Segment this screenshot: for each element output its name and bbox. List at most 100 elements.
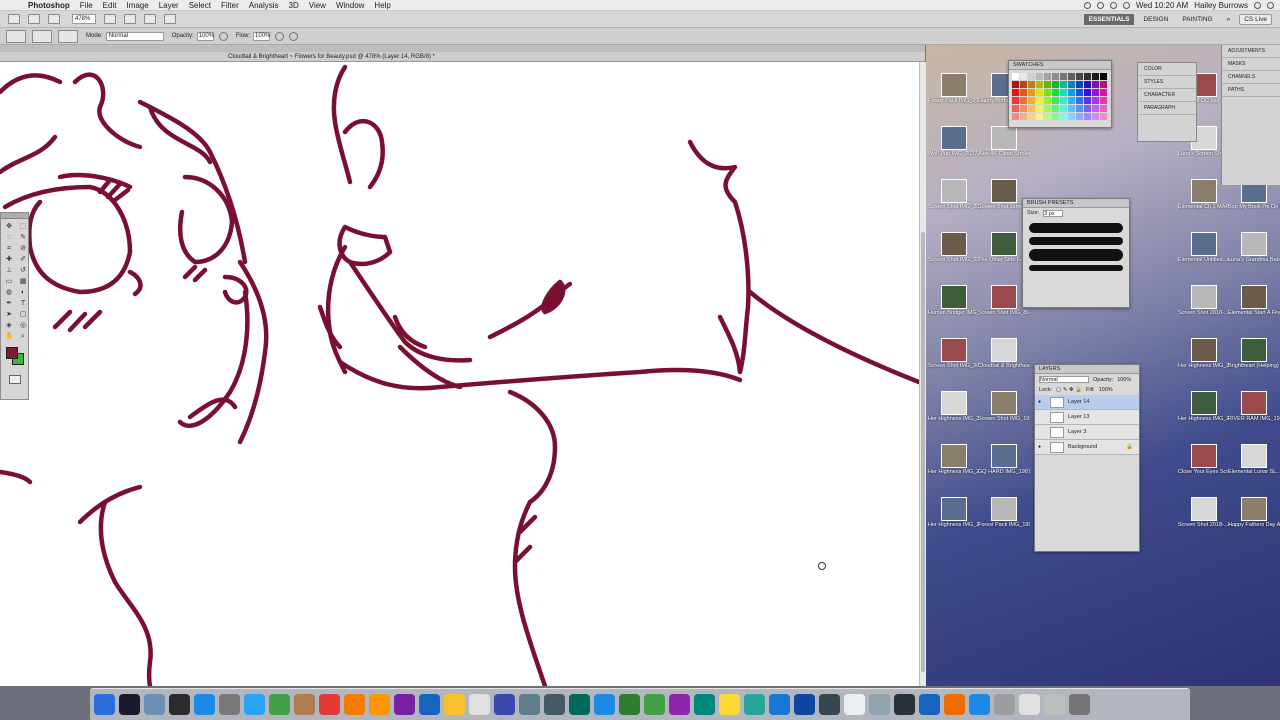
brush-tool-icon[interactable]: ✐ [17, 255, 29, 265]
wifi-icon[interactable] [1096, 1, 1104, 9]
color-swatch[interactable] [1100, 113, 1107, 120]
color-swatch[interactable] [1092, 81, 1099, 88]
dock-app-icon[interactable] [1044, 694, 1065, 715]
menu-help[interactable]: Help [369, 1, 395, 10]
color-swatch[interactable] [1028, 81, 1035, 88]
color-swatch[interactable] [1084, 89, 1091, 96]
color-swatch[interactable] [1020, 81, 1027, 88]
desktop-file-icon[interactable]: Alex 4K Clean Stroke.mov [978, 126, 1030, 180]
color-swatch[interactable] [1084, 73, 1091, 80]
menu-analysis[interactable]: Analysis [244, 1, 284, 10]
3d-rotate-tool-icon[interactable]: ◈ [3, 321, 15, 331]
dock-app-icon[interactable] [919, 694, 940, 715]
color-swatch[interactable] [1044, 81, 1051, 88]
brush-preset-picker[interactable] [32, 29, 52, 43]
workspace-painting[interactable]: PAINTING [1177, 14, 1217, 25]
dock-app-icon[interactable] [969, 694, 990, 715]
dock-app-icon[interactable] [819, 694, 840, 715]
layer-blend-mode-select[interactable]: Normal [1039, 376, 1089, 383]
scrollbar-thumb[interactable] [921, 232, 925, 672]
color-swatch[interactable] [1092, 97, 1099, 104]
arrange-documents-button[interactable] [144, 14, 156, 24]
menubar-user[interactable]: Hailey Burrows [1194, 1, 1248, 10]
color-swatch[interactable] [1012, 113, 1019, 120]
dock-app-icon[interactable] [319, 694, 340, 715]
desktop-file-icon[interactable]: Her Highness IMG_2160.jpg [1178, 391, 1230, 445]
path-select-tool-icon[interactable]: ➤ [3, 310, 15, 320]
color-swatch[interactable] [1012, 89, 1019, 96]
gradient-tool-icon[interactable]: ▦ [17, 277, 29, 287]
color-swatch[interactable] [1052, 81, 1059, 88]
desktop-file-icon[interactable]: Elemental Lunar SL...mp4 [1228, 444, 1280, 498]
brush-presets-title[interactable]: BRUSH PRESETS [1023, 199, 1129, 208]
color-swatch[interactable] [1076, 113, 1083, 120]
tablet-size-icon[interactable] [289, 31, 299, 41]
menu-layer[interactable]: Layer [154, 1, 184, 10]
color-swatch[interactable] [1044, 113, 1051, 120]
dock-app-icon[interactable] [1069, 694, 1090, 715]
color-swatch[interactable] [1052, 89, 1059, 96]
desktop-file-icon[interactable]: Forest Pack IMG_2018.jpg [928, 73, 980, 127]
brush-preset-stroke[interactable] [1029, 223, 1123, 233]
shape-tool-icon[interactable]: ▢ [17, 310, 29, 320]
color-swatch[interactable] [1036, 81, 1043, 88]
desktop-file-icon[interactable]: Forest Pack IMG_1995.jpg [978, 497, 1030, 551]
pen-tool-icon[interactable]: ✒ [3, 299, 15, 309]
color-swatch[interactable] [1068, 97, 1075, 104]
history-brush-tool-icon[interactable]: ↺ [17, 266, 29, 276]
dock-app-icon[interactable] [419, 694, 440, 715]
desktop-file-icon[interactable]: Human Bridget IMG_2047.jpg [928, 285, 980, 339]
color-swatch[interactable] [1068, 105, 1075, 112]
notification-center-icon[interactable] [1267, 1, 1274, 9]
clone-stamp-tool-icon[interactable]: ⊥ [3, 266, 15, 276]
layer-row[interactable]: Layer 3 [1035, 425, 1139, 440]
brush-size-input[interactable]: 3 px [1043, 210, 1064, 217]
dock-app-icon[interactable] [869, 694, 890, 715]
menu-view[interactable]: View [304, 1, 331, 10]
hand-tool-button[interactable] [104, 14, 116, 24]
mini-bridge-button[interactable] [28, 14, 40, 24]
tool-preset-picker[interactable] [6, 29, 26, 43]
quick-mask-button[interactable] [9, 375, 21, 384]
layer-fill-input[interactable]: 100% [1099, 387, 1113, 393]
workspace-more-button[interactable]: » [1222, 14, 1236, 25]
color-swatch[interactable] [1092, 89, 1099, 96]
flow-input[interactable]: 100% [253, 31, 270, 41]
desktop-file-icon[interactable]: RIVER RAM IMG_1967.jpg [1228, 391, 1280, 445]
dock-app-icon[interactable] [119, 694, 140, 715]
color-swatch[interactable] [1044, 97, 1051, 104]
dock-app-icon[interactable] [594, 694, 615, 715]
cs-live-button[interactable]: CS Live [1239, 13, 1272, 25]
color-swatch[interactable] [1060, 97, 1067, 104]
color-swatch[interactable] [1052, 97, 1059, 104]
swatches-panel-title[interactable]: SWATCHES [1009, 61, 1111, 70]
color-swatch[interactable] [1100, 81, 1107, 88]
dock-app-icon[interactable] [344, 694, 365, 715]
visibility-eye-icon[interactable]: ● [1038, 444, 1046, 450]
desktop-file-icon[interactable]: Cloudtail & Brightheart [978, 338, 1030, 392]
menu-select[interactable]: Select [184, 1, 216, 10]
color-swatch[interactable] [1068, 73, 1075, 80]
color-swatch[interactable] [1012, 97, 1019, 104]
dock-app-icon[interactable] [494, 694, 515, 715]
desktop-file-icon[interactable]: Close Your Eyes Screen Shot 2018... [1178, 444, 1230, 498]
desktop-file-icon[interactable]: Her Highness IMG_2165.jpg [928, 444, 980, 498]
color-swatch[interactable] [1092, 105, 1099, 112]
menu-edit[interactable]: Edit [98, 1, 122, 10]
move-tool-icon[interactable]: ✥ [3, 222, 15, 232]
dock-app-icon[interactable] [619, 694, 640, 715]
airbrush-icon[interactable] [275, 31, 285, 41]
healing-brush-tool-icon[interactable]: ✚ [3, 255, 15, 265]
spotlight-search-icon[interactable] [1254, 1, 1261, 9]
brush-preset-stroke[interactable] [1029, 249, 1123, 261]
dock-app-icon[interactable] [244, 694, 265, 715]
color-swatch[interactable] [1028, 97, 1035, 104]
foreground-color-swatch[interactable] [6, 347, 18, 359]
dock-app-icon[interactable] [794, 694, 815, 715]
color-swatch[interactable] [1060, 113, 1067, 120]
desktop-file-icon[interactable]: Screen Shot 2018-...AM.psd [1178, 497, 1230, 551]
dock-app-icon[interactable] [444, 694, 465, 715]
zoom-level-select[interactable]: 478% [72, 14, 96, 24]
menu-image[interactable]: Image [121, 1, 153, 10]
color-swatch[interactable] [1100, 73, 1107, 80]
